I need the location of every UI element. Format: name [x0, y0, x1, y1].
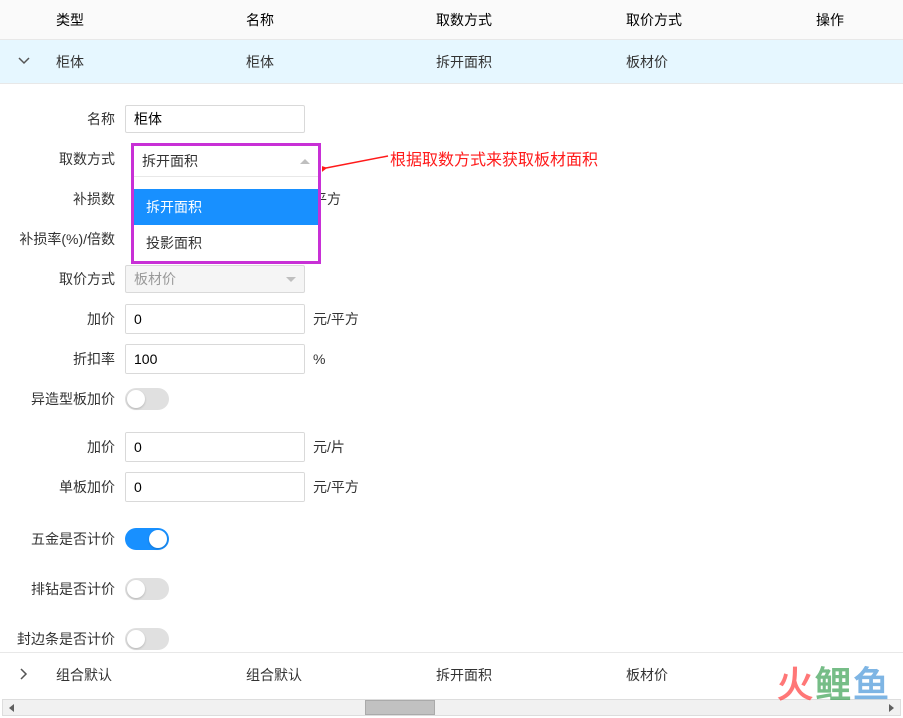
drill-switch[interactable]	[125, 578, 169, 600]
scroll-left-button[interactable]	[3, 700, 20, 715]
label-hardware: 五金是否计价	[0, 530, 125, 548]
label-single: 单板加价	[0, 478, 125, 496]
label-method: 取数方式	[0, 150, 125, 168]
expand-icon[interactable]	[8, 668, 40, 680]
label-discount: 折扣率	[0, 350, 125, 368]
method-select[interactable]: 拆开面积	[134, 146, 318, 177]
chevron-down-icon	[286, 277, 296, 282]
single-input[interactable]: − +	[125, 472, 305, 502]
label-name: 名称	[0, 110, 125, 128]
discount-input[interactable]: − +	[125, 344, 305, 374]
discount-field[interactable]	[126, 345, 305, 373]
label-lossrate: 补损率(%)/倍数	[0, 230, 125, 248]
table-row[interactable]: 柜体 柜体 拆开面积 板材价	[0, 40, 903, 84]
scroll-right-button[interactable]	[883, 700, 900, 715]
addprice-input[interactable]: − +	[125, 304, 305, 334]
cell-price: 板材价	[618, 52, 808, 72]
label-loss: 补损数	[0, 190, 125, 208]
scroll-thumb[interactable]	[365, 700, 435, 715]
name-input[interactable]	[125, 105, 305, 133]
unit-addprice2: 元/片	[313, 437, 345, 457]
edge-switch[interactable]	[125, 628, 169, 650]
cell-method: 拆开面积	[428, 52, 618, 72]
dropdown-option-touying[interactable]: 投影面积	[134, 225, 318, 261]
label-addprice: 加价	[0, 310, 125, 328]
addprice2-input[interactable]: − +	[125, 432, 305, 462]
label-drill: 排钻是否计价	[0, 580, 125, 598]
price-select-value: 板材价	[134, 269, 176, 289]
cell-type: 组合默认	[48, 665, 238, 685]
cell-name: 柜体	[238, 52, 428, 72]
price-select[interactable]: 板材价	[125, 265, 305, 293]
collapse-icon[interactable]	[8, 55, 40, 67]
label-special: 异造型板加价	[0, 390, 125, 408]
dropdown-option-chaikal[interactable]: 拆开面积	[134, 189, 318, 225]
unit-addprice: 元/平方	[313, 309, 359, 329]
col-header-type: 类型	[48, 10, 238, 30]
horizontal-scrollbar[interactable]	[2, 699, 901, 716]
method-select-value: 拆开面积	[142, 151, 198, 171]
col-header-method: 取数方式	[428, 10, 618, 30]
hardware-switch[interactable]	[125, 528, 169, 550]
cell-type: 柜体	[48, 52, 238, 72]
col-header-name: 名称	[238, 10, 428, 30]
label-addprice2: 加价	[0, 438, 125, 456]
chevron-up-icon	[300, 159, 310, 164]
cell-price: 板材价	[618, 665, 808, 685]
label-edge: 封边条是否计价	[0, 630, 125, 648]
scroll-track[interactable]	[20, 700, 883, 715]
special-switch[interactable]	[125, 388, 169, 410]
unit-single: 元/平方	[313, 477, 359, 497]
unit-discount: %	[313, 351, 325, 367]
cell-name: 组合默认	[238, 665, 428, 685]
method-dropdown: 拆开面积 拆开面积 投影面积	[131, 143, 321, 264]
table-header: 类型 名称 取数方式 取价方式 操作	[0, 0, 903, 40]
table-row[interactable]: 组合默认 组合默认 拆开面积 板材价	[0, 652, 903, 696]
label-price: 取价方式	[0, 270, 125, 288]
col-header-op: 操作	[808, 10, 903, 30]
addprice-field[interactable]	[126, 305, 305, 333]
cell-method: 拆开面积	[428, 665, 618, 685]
single-field[interactable]	[126, 473, 305, 501]
addprice2-field[interactable]	[126, 433, 305, 461]
col-header-price: 取价方式	[618, 10, 808, 30]
